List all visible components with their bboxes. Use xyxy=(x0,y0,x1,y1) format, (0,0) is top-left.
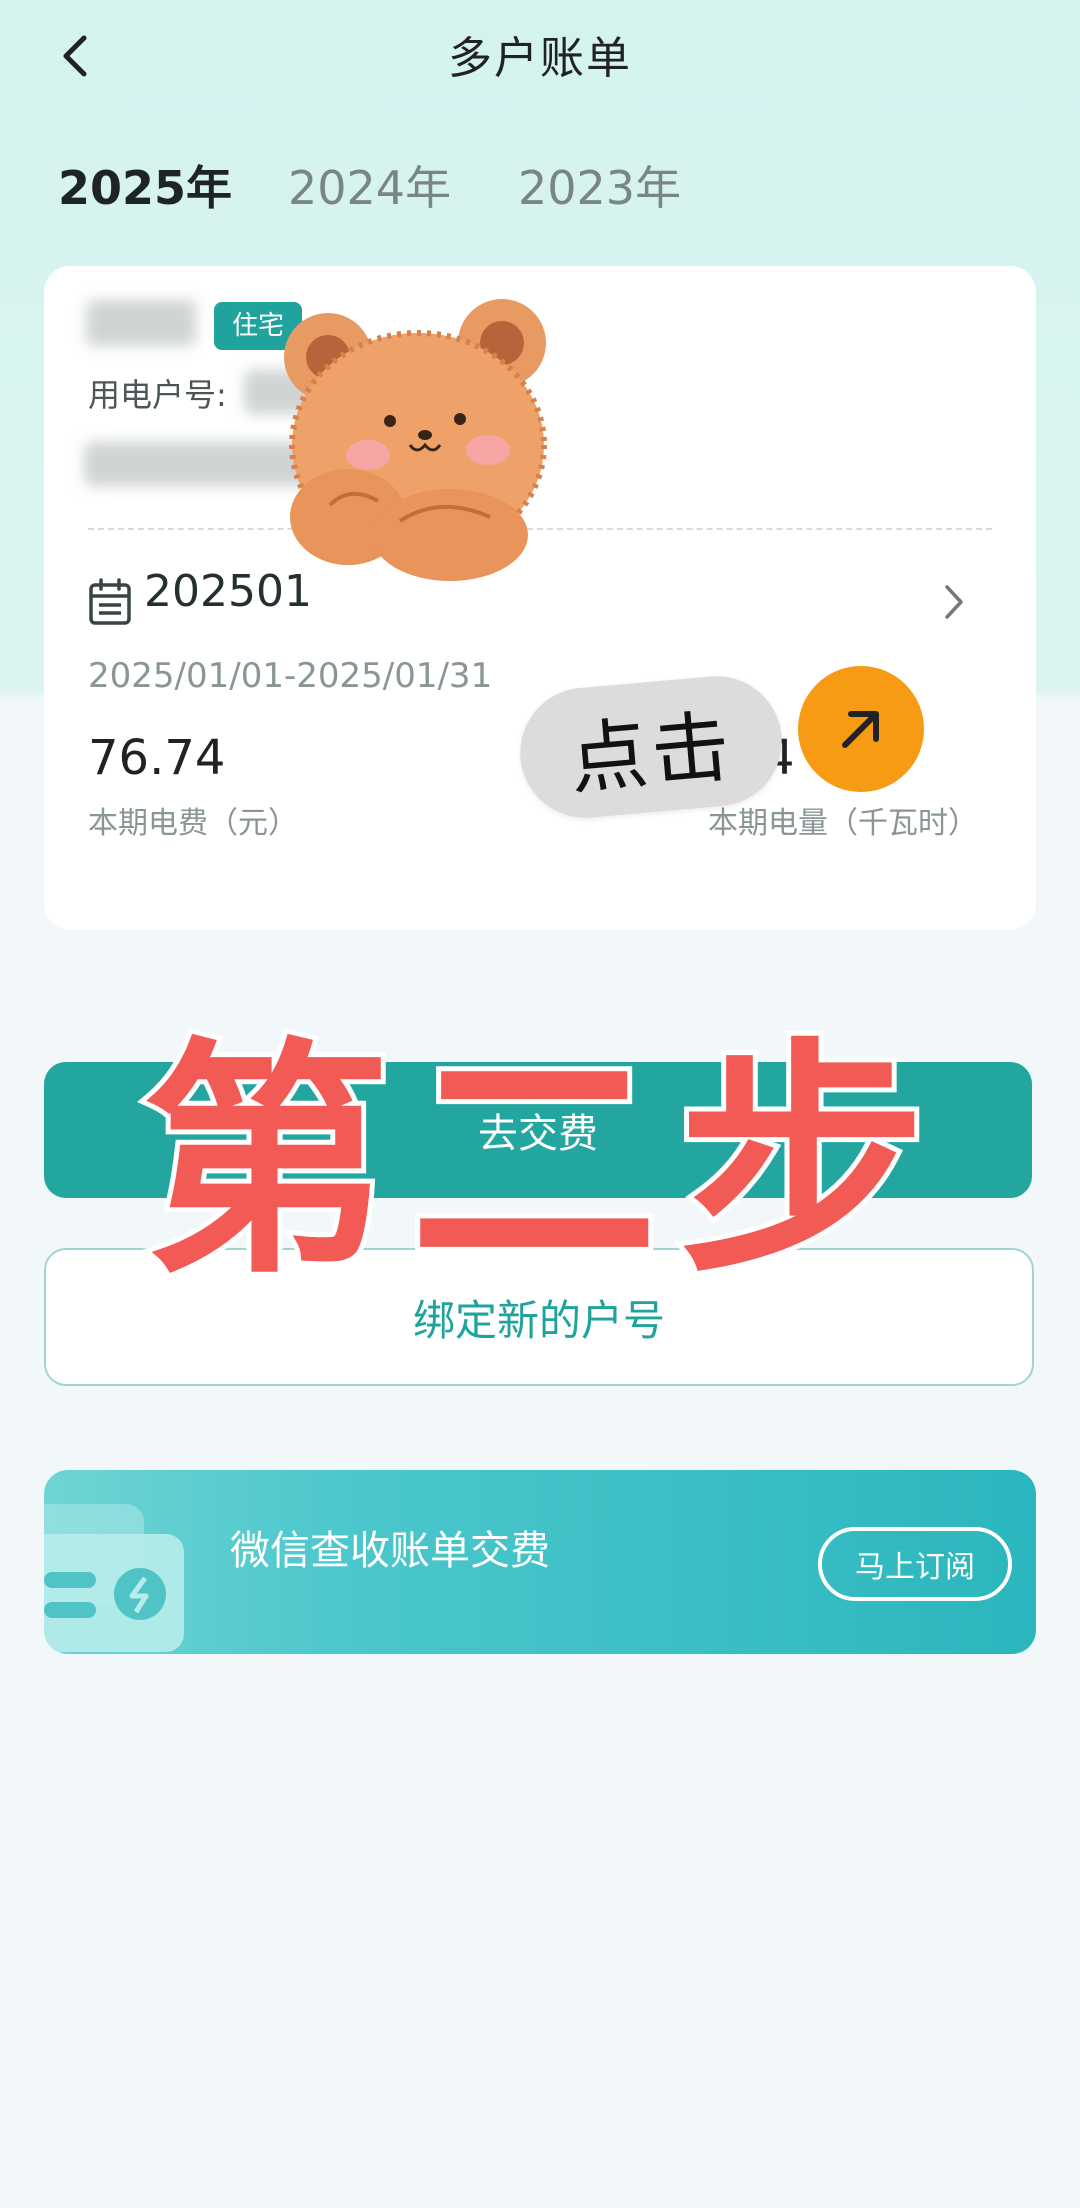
arrow-up-right-icon xyxy=(842,711,879,748)
page-title: 多户账单 xyxy=(448,33,632,84)
tab-2025[interactable]: 2025年 xyxy=(58,152,232,218)
chevron-right-icon[interactable] xyxy=(942,582,966,622)
tab-2024[interactable]: 2024年 xyxy=(288,152,451,218)
arrow-sticker xyxy=(798,666,924,792)
fee-value: 76.74 xyxy=(88,730,226,786)
blurred-account-name xyxy=(86,300,196,346)
step-overlay-text: 第二步 xyxy=(137,1014,946,1312)
usage-label: 本期电量（千瓦时） xyxy=(708,806,978,841)
banner-text: 微信查收账单交费 xyxy=(230,1528,550,1574)
account-number-label: 用电户号: xyxy=(88,376,227,414)
tab-2023[interactable]: 2023年 xyxy=(518,152,681,218)
calendar-icon xyxy=(89,578,131,625)
billing-date-range: 2025/01/01-2025/01/31 xyxy=(88,656,493,696)
teddy-bear-sticker xyxy=(284,299,547,581)
bill-card-illustration-icon xyxy=(44,1504,184,1652)
fee-label: 本期电费（元） xyxy=(88,806,298,841)
subscribe-button[interactable]: 马上订阅 xyxy=(818,1527,1012,1601)
